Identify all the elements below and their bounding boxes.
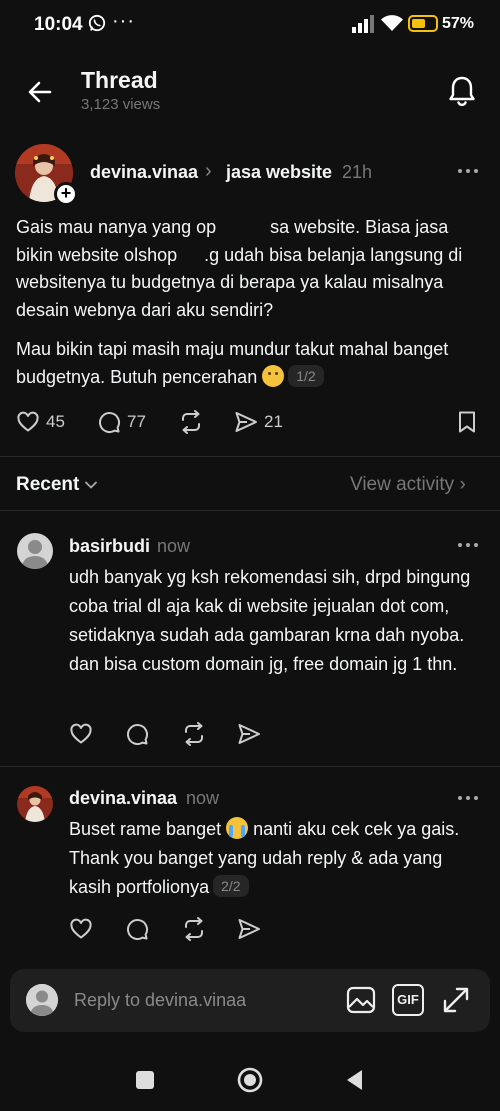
reply-composer: GIF [10,969,490,1032]
like-button[interactable] [69,722,93,746]
more-options-icon[interactable] [456,794,480,802]
post-paragraph-2: Mau bikin tapi masih maju mundur takut m… [16,336,486,391]
like-button[interactable] [69,917,93,941]
thread-header: Thread 3,123 views [0,62,500,122]
expand-icon[interactable] [440,984,472,1016]
share-button[interactable]: 21 [234,410,283,434]
home-icon[interactable] [236,1066,264,1094]
avatar-image [17,786,53,822]
more-options-icon[interactable] [456,167,480,175]
send-icon [238,919,260,939]
battery-fill [412,19,425,28]
more-options-icon[interactable] [456,541,480,549]
divider [0,766,500,767]
bell-icon[interactable] [446,74,478,108]
repost-button[interactable] [178,410,204,434]
comment-icon [127,919,149,941]
page-title: Thread [81,67,158,93]
image-icon[interactable] [345,984,377,1016]
comment-icon [127,724,149,746]
reply-actions [69,722,289,752]
battery-icon [408,15,438,32]
chevron-right-icon: › [205,160,212,182]
status-bar: 10:04 ··· 57% [0,0,500,50]
reply-actions [69,917,289,947]
bookmark-icon [459,411,475,433]
arrow-left-icon[interactable] [24,76,56,108]
reply-time: now [157,536,191,556]
reply-input[interactable] [74,987,324,1013]
reply-time: now [186,788,220,808]
reply-avatar[interactable] [17,533,53,569]
gif-icon[interactable]: GIF [392,984,424,1016]
like-button[interactable]: 45 [16,410,65,434]
whatsapp-icon [88,14,106,32]
chevron-right-icon: › [459,474,466,495]
comment-button[interactable] [125,917,149,941]
heart-icon [17,411,39,432]
repost-icon [185,917,203,941]
comment-button[interactable] [125,722,149,746]
recent-apps-icon[interactable] [131,1066,159,1094]
battery-percent: 57% [442,15,475,32]
thinking-face-emoji-icon [262,364,285,387]
comment-button[interactable]: 77 [97,410,146,434]
send-icon [235,412,257,432]
repost-button[interactable] [181,917,207,941]
post-actions: 45 77 21 [16,410,486,440]
reply-text: Buset rame banget nanti aku cek cek ya g… [69,815,484,902]
reply-text: udh banyak yg ksh rekomendasi sih, drpd … [69,567,471,674]
wifi-icon [381,15,403,31]
repost-button[interactable] [181,722,207,746]
heart-icon [70,918,92,939]
like-count: 45 [46,412,65,431]
comment-icon [99,412,121,434]
composer-avatar [26,984,58,1016]
post-paragraph-1: Gais mau nanya yang ор sa website. Biasa… [16,217,463,320]
send-icon [238,724,260,744]
heart-icon [70,723,92,744]
follow-plus-button[interactable]: + [54,182,78,206]
default-user-icon [17,533,53,569]
reply-avatar[interactable] [17,786,53,822]
comment-count: 77 [127,412,146,431]
default-user-icon [26,984,58,1016]
repost-icon [185,722,203,746]
post-time: 21h [342,162,373,182]
reply-text-part-1: Buset rame banget [69,819,222,839]
view-activity-label: View activity [350,474,455,495]
share-button[interactable] [237,722,261,746]
signal-icon [352,15,374,33]
divider [0,456,500,457]
recent-filter[interactable]: Recent [16,474,79,496]
back-triangle-icon[interactable] [341,1066,369,1094]
reply-username[interactable]: basirbudi [69,536,150,557]
repost-icon [182,410,200,434]
share-button[interactable] [237,917,261,941]
status-time: 10:04 [34,14,83,35]
post-topic[interactable]: jasa website [226,162,332,183]
page-indicator: 2/2 [213,875,249,897]
divider [0,510,500,511]
view-count: 3,123 views [81,96,161,113]
post-username[interactable]: devina.vinaa [90,162,198,183]
share-count: 21 [264,412,283,431]
chevron-down-icon[interactable] [84,478,98,492]
crying-face-emoji-icon [226,817,249,839]
notification-dots: ··· [112,10,135,32]
system-nav-bar [0,1050,500,1111]
page-indicator: 1/2 [288,364,324,387]
reply-username[interactable]: devina.vinaa [69,788,177,809]
view-activity-link[interactable]: View activity › [350,474,466,496]
post-paragraph-2-text: Mau bikin tapi masih maju mundur takut m… [16,339,449,387]
post-content: Gais mau nanya yang ор sa website. Biasa… [16,214,486,403]
save-button[interactable] [456,410,478,434]
